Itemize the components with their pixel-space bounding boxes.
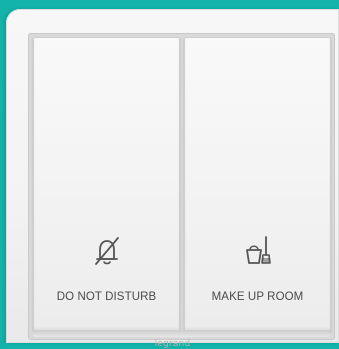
bell-slash-icon [94,237,119,265]
bottom-edge [33,331,330,337]
switch-plate: DO NOT DISTURB MAKE UP ROOM legrand [6,9,339,349]
brand-logo: legrand [154,339,191,349]
bucket-broom-icon [245,236,271,264]
make-up-room-button[interactable]: MAKE UP ROOM [184,37,331,331]
do-not-disturb-label: DO NOT DISTURB [56,291,157,303]
make-up-room-label: MAKE UP ROOM [211,291,304,303]
do-not-disturb-button[interactable]: DO NOT DISTURB [33,37,180,331]
